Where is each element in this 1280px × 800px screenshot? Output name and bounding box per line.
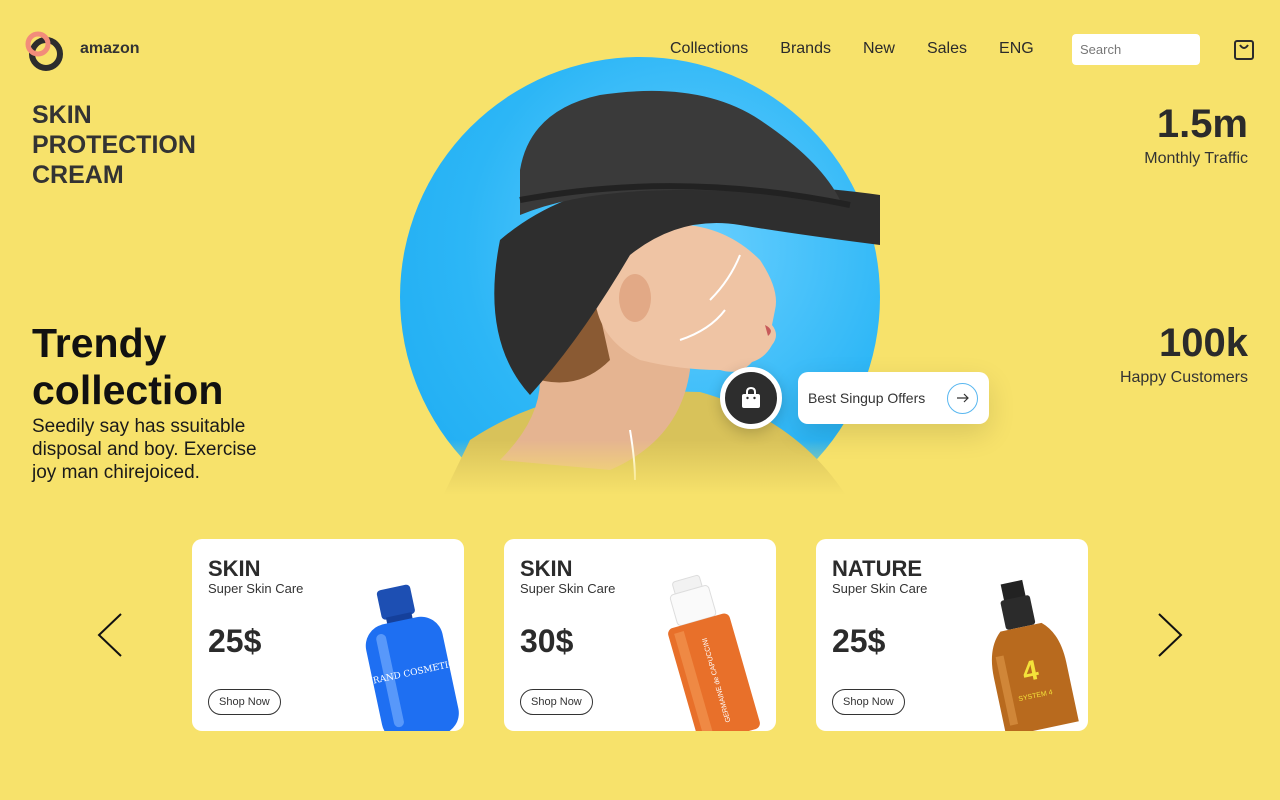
signup-offer-button[interactable]: Best Singup Offers: [798, 372, 989, 424]
stat-value: 100k: [1159, 321, 1248, 365]
logo-rings-icon[interactable]: [24, 30, 66, 72]
headline-line: SKIN: [32, 101, 92, 129]
hero-description: Seedily say has ssuitable disposal and b…: [32, 416, 257, 483]
product-title: SKIN: [208, 556, 261, 581]
page-headline: SKIN PROTECTION CREAM: [32, 100, 252, 190]
stat-label: Happy Customers: [1119, 369, 1248, 386]
product-subtitle: Super Skin Care: [832, 581, 928, 596]
nav-sales[interactable]: Sales: [927, 40, 967, 58]
shopping-bag-badge[interactable]: [720, 367, 782, 429]
shop-now-button[interactable]: Shop Now: [520, 689, 593, 715]
bag-icon: [742, 386, 760, 408]
product-subtitle: Super Skin Care: [520, 581, 616, 596]
product-title: SKIN: [520, 556, 573, 581]
chevron-right-icon[interactable]: [1155, 612, 1185, 658]
product-title: NATURE: [832, 556, 923, 581]
product-image: BRAND COSMETICS: [366, 584, 462, 731]
search-input[interactable]: [1072, 34, 1200, 65]
offer-label: Best Singup Offers: [808, 390, 926, 406]
stat-monthly-traffic: 1.5m Monthly Traffic: [1144, 102, 1248, 168]
stat-label: Monthly Traffic: [1144, 150, 1248, 167]
shop-now-button[interactable]: Shop Now: [832, 689, 905, 715]
product-image: GERMAINE de CAPUCCINI: [668, 574, 760, 731]
trendy-line: collection: [32, 367, 224, 413]
product-card[interactable]: SKIN Super Skin Care 30$ Shop Now GERMAI…: [504, 539, 776, 731]
headline-line: CREAM: [32, 161, 124, 189]
stat-happy-customers: 100k Happy Customers: [1120, 321, 1248, 387]
trendy-heading: Trendy collection: [32, 320, 292, 414]
stat-value: 1.5m: [1156, 102, 1248, 146]
language-selector[interactable]: ENG: [999, 40, 1034, 58]
product-card[interactable]: SKIN Super Skin Care 25$ Shop Now BRAND …: [192, 539, 464, 731]
product-price: 25$: [832, 623, 886, 659]
arrow-right-icon[interactable]: [947, 382, 978, 414]
cart-icon[interactable]: [1233, 39, 1255, 61]
chevron-left-icon[interactable]: [95, 612, 125, 658]
shop-now-button[interactable]: Shop Now: [208, 689, 281, 715]
product-price: 30$: [520, 623, 574, 659]
brand-name[interactable]: amazon: [80, 40, 140, 58]
product-image: 4 SYSTEM 4: [991, 579, 1079, 731]
product-subtitle: Super Skin Care: [208, 581, 304, 596]
trendy-line: Trendy: [32, 320, 167, 366]
product-card[interactable]: NATURE Super Skin Care 25$ Shop Now 4 SY…: [816, 539, 1088, 731]
product-price: 25$: [208, 623, 262, 659]
hero-model-image: [380, 40, 900, 502]
hero-fade: [380, 440, 900, 540]
headline-line: PROTECTION: [32, 131, 196, 159]
